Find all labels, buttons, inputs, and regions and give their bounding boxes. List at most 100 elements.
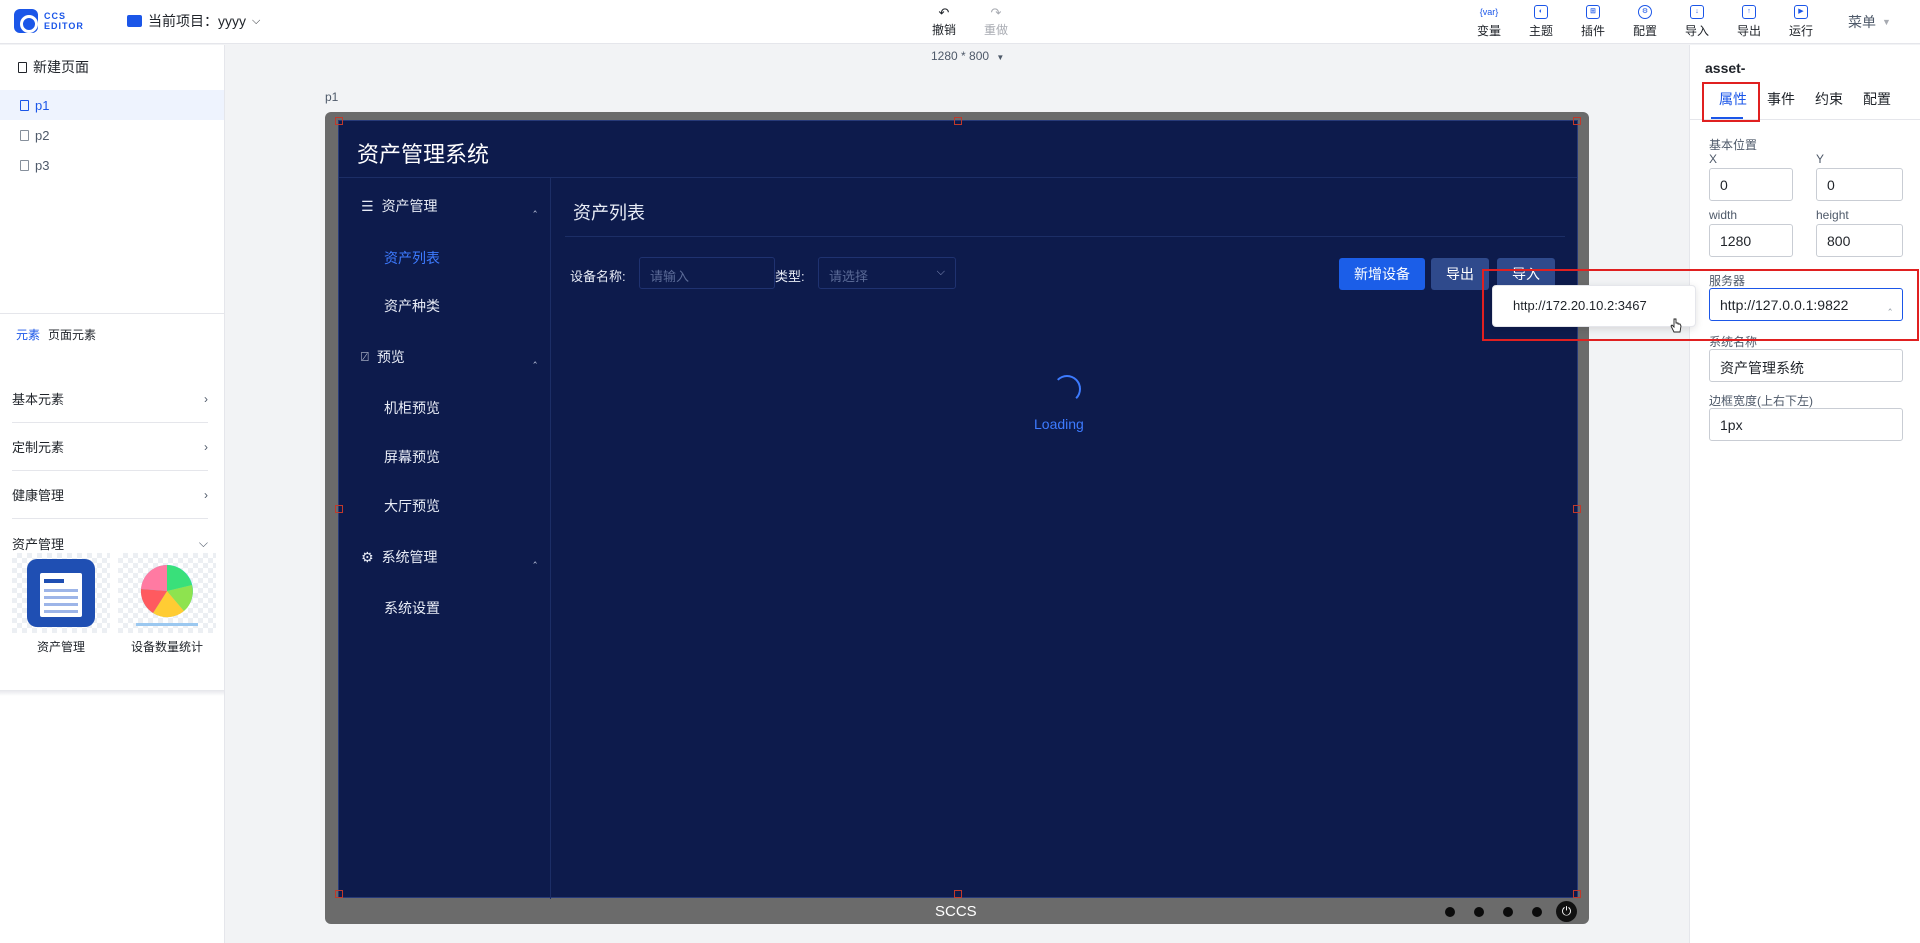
canvas-screen[interactable]: 资产管理系统 ☰ 资产管理 ‸ 资产列表 资产种类 ⍁ 预览 ‸ 机柜预览 屏幕… — [338, 120, 1578, 899]
width-input[interactable]: 1280 — [1709, 224, 1793, 257]
nav-group-label: 预览 — [376, 349, 405, 365]
nav-group-preview[interactable]: ⍁ 预览 ‸ — [361, 347, 537, 367]
device-footer-label: SCCS — [935, 903, 977, 920]
project-selector[interactable]: 当前项目： yyyy ⌵ — [127, 11, 260, 31]
highlight-box — [1702, 82, 1760, 122]
power-icon[interactable]: ⏻ — [1556, 901, 1577, 922]
category-custom[interactable]: 定制元素 › — [12, 423, 208, 471]
type-select[interactable]: 请选择 ⌵ — [818, 257, 956, 289]
chevron-right-icon: › — [204, 439, 208, 454]
nav-item-screen[interactable]: 屏幕预览 — [384, 447, 440, 467]
variable-button[interactable]: {var} 变量 — [1469, 4, 1509, 39]
asset-management-thumb[interactable] — [12, 553, 110, 633]
variable-icon: {var} — [1479, 7, 1499, 17]
tab-elements[interactable]: 元素 — [16, 326, 40, 343]
new-page-button[interactable]: 新建页面 — [18, 57, 89, 77]
resize-handle[interactable] — [954, 890, 962, 898]
theme-button[interactable]: ◐ 主题 — [1521, 4, 1561, 39]
page-label: p1 — [35, 97, 50, 113]
plugin-button[interactable]: ⊞ 插件 — [1573, 4, 1613, 39]
nav-group-label: 系统管理 — [381, 549, 438, 565]
resize-handle[interactable] — [1573, 505, 1581, 513]
page-label: p3 — [35, 157, 50, 173]
panel-shadow — [0, 690, 224, 696]
resize-handle[interactable] — [335, 505, 343, 513]
canvas-size-select[interactable]: 1280 * 800 ▼ — [931, 49, 1004, 63]
import-icon: ↓ — [1690, 5, 1704, 19]
height-input[interactable]: 800 — [1816, 224, 1903, 257]
import-button[interactable]: ↓ 导入 — [1677, 4, 1717, 39]
tab-config[interactable]: 配置 — [1863, 89, 1891, 109]
resize-handle[interactable] — [335, 890, 343, 898]
caret-down-icon: ▼ — [1882, 17, 1891, 27]
page-item-p1[interactable]: p1 — [0, 90, 224, 120]
add-device-button[interactable]: 新增设备 — [1339, 258, 1425, 290]
y-input[interactable]: 0 — [1816, 168, 1903, 201]
nav-item-asset-list[interactable]: 资产列表 — [384, 248, 440, 268]
system-name-input[interactable]: 资产管理系统 — [1709, 349, 1903, 382]
undo-button[interactable]: ↶ 撤销 — [924, 6, 964, 38]
canvas-size-value: 1280 * 800 — [931, 49, 990, 63]
left-panel: 新建页面 p1 p2 p3 元素 页面元素 基本元素 › 定制元素 › 健康管理… — [0, 45, 225, 943]
export-button[interactable]: ↑ 导出 — [1729, 4, 1769, 39]
run-button[interactable]: ▶ 运行 — [1781, 4, 1821, 39]
chevron-right-icon: › — [204, 391, 208, 406]
chevron-up-icon: ‸ — [533, 351, 537, 364]
page-item-p2[interactable]: p2 — [0, 120, 224, 150]
category-label: 资产管理 — [12, 536, 65, 552]
project-name: yyyy — [218, 13, 246, 29]
server-option[interactable]: http://172.20.10.2:3467 — [1513, 298, 1695, 313]
chevron-down-icon: ⌵ — [252, 14, 261, 27]
loading-text: Loading — [1034, 416, 1084, 432]
server-dropdown: http://172.20.10.2:3467 — [1492, 285, 1696, 327]
nav-group-label: 资产管理 — [381, 198, 438, 214]
resize-handle[interactable] — [1573, 890, 1581, 898]
config-button[interactable]: ⚙ 配置 — [1625, 4, 1665, 39]
category-label: 基本元素 — [12, 392, 65, 407]
type-placeholder: 请选择 — [829, 269, 869, 284]
tab-events[interactable]: 事件 — [1767, 89, 1795, 109]
menu-label: 菜单 — [1848, 14, 1876, 30]
nav-item-cabinet[interactable]: 机柜预览 — [384, 398, 440, 418]
chevron-up-icon: ‸ — [533, 200, 537, 213]
logo-text: CCS EDITOR — [44, 11, 84, 31]
redo-button[interactable]: ↷ 重做 — [976, 6, 1016, 38]
category-health[interactable]: 健康管理 › — [12, 471, 208, 519]
theme-label: 主题 — [1528, 24, 1553, 38]
component-name: asset- — [1705, 60, 1746, 76]
redo-icon: ↷ — [990, 5, 1002, 20]
gear-icon: ⚙ — [361, 548, 374, 565]
resize-handle[interactable] — [1573, 117, 1581, 125]
border-width-input[interactable]: 1px — [1709, 408, 1903, 441]
nav-item-hall[interactable]: 大厅预览 — [384, 496, 440, 516]
page-item-p3[interactable]: p3 — [0, 150, 224, 180]
indicator-dot — [1532, 907, 1542, 917]
device-name-input[interactable]: 请输入 — [639, 257, 775, 289]
chevron-up-icon: ‸ — [533, 551, 537, 564]
device-count-thumb[interactable] — [118, 553, 216, 633]
height-label: height — [1816, 208, 1849, 222]
basic-position-label: 基本位置 — [1709, 138, 1758, 152]
main-menu-button[interactable]: 菜单 ▼ — [1848, 12, 1891, 32]
type-label: 类型: — [775, 269, 805, 284]
border-width-label: 边框宽度(上右下左) — [1709, 394, 1813, 408]
x-label: X — [1709, 152, 1718, 166]
tab-page-elements[interactable]: 页面元素 — [48, 326, 96, 343]
nav-group-system[interactable]: ⚙ 系统管理 ‸ — [361, 547, 537, 567]
nav-item-asset-type[interactable]: 资产种类 — [384, 296, 440, 316]
category-label: 定制元素 — [12, 440, 65, 455]
y-label: Y — [1816, 152, 1825, 166]
export-data-button[interactable]: 导出 — [1431, 258, 1489, 290]
file-icon — [20, 99, 29, 111]
nav-item-settings[interactable]: 系统设置 — [384, 598, 440, 618]
resize-handle[interactable] — [954, 117, 962, 125]
nav-group-asset[interactable]: ☰ 资产管理 ‸ — [361, 196, 537, 216]
presentation-icon: ⍁ — [361, 349, 369, 364]
app-logo: CCS EDITOR — [14, 9, 86, 33]
resize-handle[interactable] — [335, 117, 343, 125]
loading-spinner-icon — [1053, 375, 1081, 403]
tab-constraints[interactable]: 约束 — [1815, 89, 1843, 109]
content-divider — [565, 236, 1565, 237]
category-basic[interactable]: 基本元素 › — [12, 375, 208, 423]
x-input[interactable]: 0 — [1709, 168, 1793, 201]
